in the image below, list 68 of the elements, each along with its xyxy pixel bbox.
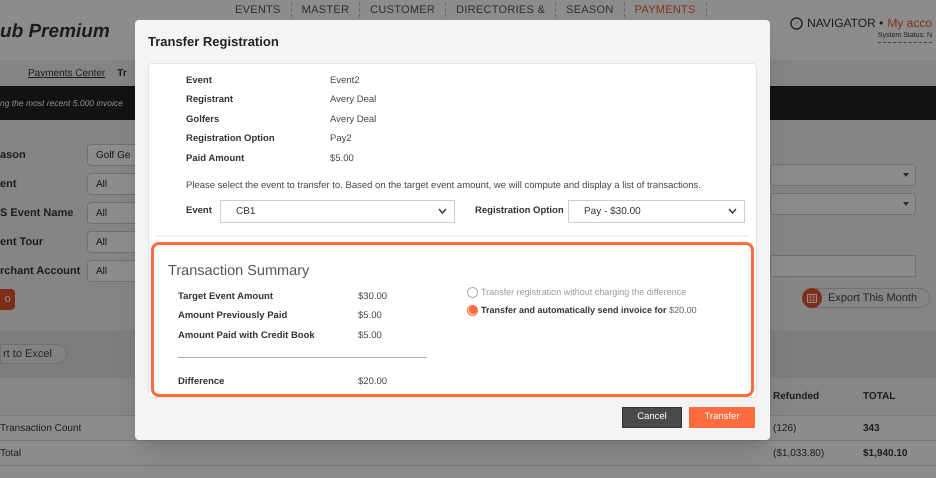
account-link[interactable]: My acco [887,14,932,32]
filter-label: rchant Account [0,264,82,279]
field-value: $5.00 [330,152,354,166]
column-header: TOTAL [863,390,896,404]
table-cell-text: Transaction Count [0,422,82,436]
select-label: Event [186,204,213,218]
caret-icon [903,173,909,177]
dropdown-field[interactable] [770,164,916,186]
option-label: Transfer registration without charging the difference [481,286,686,300]
calendar-icon [802,288,822,308]
field-label: Golfers [186,112,220,127]
table-cell-text: Total [0,446,22,460]
field-value: Avery Deal [330,93,376,108]
primary-button[interactable]: Transfer [689,407,755,428]
logo-text: ub Premium [0,20,110,44]
amount-label: Amount Previously Paid [178,309,288,324]
compass-icon [790,16,804,30]
section-title: Transaction Summary [168,262,310,282]
notice-text: ng the most recent 5.000 invoice [0,96,123,110]
caret-icon [903,202,909,206]
option-label: Transfer and automatically send invoice for $20.00 [481,304,697,317]
navigator-link[interactable]: NAVIGATOR • [807,14,884,32]
dialog-title: Transfer Registration [147,32,280,51]
amount-value: $5.00 [358,328,382,343]
table-cell-text: (126) [773,422,798,436]
instruction-text: Please select the event to transfer to. Based on the target event amount, we will compute and display a list of transactions. [185,178,702,192]
radio-button[interactable] [467,287,478,298]
nav-link[interactable]: DIRECTORIES & [446,3,556,17]
amount-value: $20.00 [358,375,388,390]
column-header: Refunded [773,390,820,404]
nav-link[interactable]: CUSTOMER [360,3,446,17]
field-label: Paid Amount [186,152,246,166]
select-field[interactable]: CB1 [220,200,455,223]
export-excel-button[interactable]: rt to Excel [0,344,67,364]
text-field[interactable] [770,255,916,277]
amount-label: Amount Paid with Credit Book [178,328,316,343]
select-label: Registration Option [475,204,565,218]
chevron-down-icon [728,208,737,214]
export-button[interactable]: Export This Month [803,288,930,308]
chevron-down-icon [438,208,447,214]
field-value: Pay2 [330,132,352,146]
table-cell-text: 343 [863,422,881,436]
select-field[interactable]: Pay - $30.00 [568,200,745,223]
amount-label: Difference [178,375,226,390]
filter-label: ent [0,176,18,192]
breadcrumb-link[interactable]: Payments Center [28,66,106,80]
radio-button[interactable] [467,304,478,316]
table-cell-text: $1,940.10 [863,446,908,460]
nav-link[interactable]: PAYMENTS [624,3,707,17]
breadcrumb-link[interactable]: Tr [117,66,127,80]
dropdown-field[interactable] [770,193,916,215]
filter-label: S Event Name [0,206,74,221]
go-button[interactable]: o [0,289,15,310]
table-cell-text: ($1,033.80) [773,446,826,460]
amount-value: $5.00 [358,309,382,324]
nav-link[interactable]: EVENTS [225,3,292,17]
nav-link[interactable]: MASTER [292,3,360,17]
amount-value: $30.00 [358,290,388,304]
secondary-button[interactable]: Cancel [622,407,682,428]
filter-label: ent Tour [0,234,44,250]
field-label: Event [186,74,213,88]
field-value: Avery Deal [330,112,376,127]
filter-label: ason [0,148,27,163]
amount-label: Target Event Amount [178,290,274,304]
field-label: Registrant [186,93,234,108]
field-value: Event2 [330,74,360,88]
field-label: Registration Option [186,132,276,146]
nav-link[interactable]: SEASON [556,3,625,17]
